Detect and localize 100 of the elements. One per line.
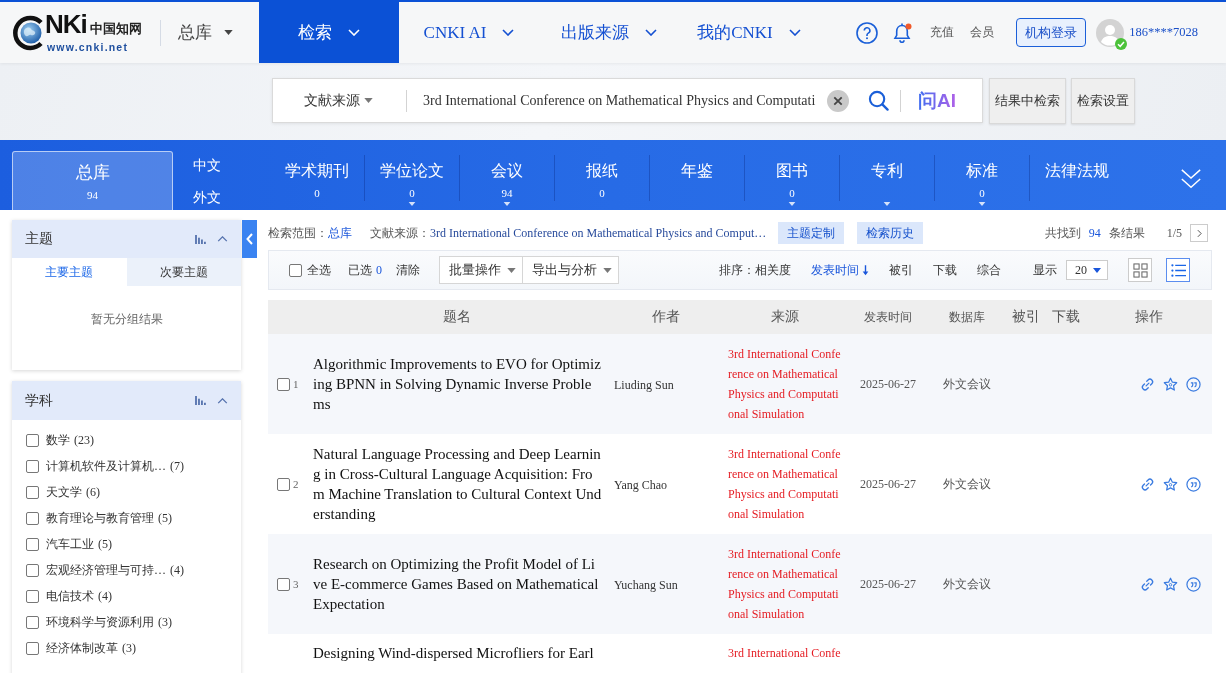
category-tab[interactable]: 报纸 0 [555, 140, 649, 210]
database-text: 外文会议 [943, 376, 991, 391]
filter-option[interactable]: 数学 (23) [46, 431, 94, 449]
filter-option[interactable]: 天文学 (6) [46, 483, 100, 501]
bar-chart-icon[interactable] [195, 234, 206, 244]
nav-tab[interactable]: 出版来源 [539, 2, 679, 63]
collapse-sidebar-button[interactable] [242, 220, 257, 258]
chip-button[interactable]: 检索历史 [857, 222, 924, 244]
category-tab[interactable]: 图书 0 [745, 140, 839, 210]
author-link[interactable]: Yuchang Sun [614, 578, 678, 592]
clear-icon[interactable] [827, 89, 849, 112]
title-link[interactable]: Designing Wind-dispersed Microfliers for Earl [313, 643, 602, 663]
clear-link[interactable]: 清除 [396, 261, 420, 279]
sort-option[interactable]: 下载 [933, 261, 957, 279]
checkbox[interactable] [26, 563, 39, 577]
nav-tab[interactable]: 我的CNKI [679, 2, 819, 63]
category-tab[interactable]: 学位论文 0 [365, 140, 459, 210]
select-all-label[interactable]: 全选 [307, 261, 331, 279]
checkbox[interactable] [26, 511, 39, 525]
filter-option[interactable]: 计算机软件及计算机… (7) [46, 457, 184, 475]
bell-icon[interactable] [891, 21, 914, 44]
avatar-icon[interactable] [1096, 18, 1125, 47]
menu-dropdown[interactable]: 批量操作 [439, 256, 523, 284]
language-link[interactable]: 外文 [193, 188, 221, 208]
link-icon[interactable] [1140, 376, 1155, 392]
menu-dropdown[interactable]: 导出与分析 [523, 256, 619, 284]
panel-tab[interactable]: 次要主题 [126, 258, 241, 286]
page-size-select[interactable]: 20 [1066, 260, 1108, 280]
list-view-button[interactable] [1166, 258, 1190, 282]
sort-option[interactable]: 综合 [977, 261, 1001, 279]
sort-option[interactable]: 被引 [889, 261, 913, 279]
sort-option[interactable]: 发表时间 [811, 261, 869, 279]
filter-option[interactable]: 环境科学与资源利用 (3) [46, 613, 172, 631]
filter-option[interactable]: 教育理论与教育管理 (5) [46, 509, 172, 527]
author-link[interactable]: Yang Chao [614, 478, 668, 492]
search-option-button[interactable]: 检索设置 [1071, 78, 1135, 124]
search-icon[interactable] [868, 90, 889, 111]
login-button[interactable]: 机构登录 [1016, 18, 1087, 47]
checkbox[interactable] [277, 377, 290, 391]
title-link[interactable]: Research on Optimizing the Profit Model of Live E-commerce Games Based on Mathematical Expectation [313, 554, 602, 614]
checkbox[interactable] [277, 477, 290, 491]
quote-icon[interactable] [1186, 576, 1201, 592]
user-name-link[interactable]: 186****7028 [1129, 25, 1198, 40]
library-dropdown[interactable]: 总库 [178, 21, 259, 44]
header-link[interactable]: 会员 [970, 24, 995, 41]
category-tab[interactable]: 学术期刊 0 [270, 140, 364, 210]
source-link[interactable]: 3rd International Confe [728, 643, 842, 663]
nav-tab[interactable]: CNKI AI [399, 2, 539, 63]
quote-icon[interactable] [1186, 476, 1201, 492]
caret-down-icon [1093, 267, 1101, 273]
site-url[interactable]: www.cnki.net [47, 41, 142, 53]
search-input[interactable]: 3rd International Conference on Mathematical Physics and Computati [423, 88, 825, 113]
chevron-up-icon[interactable] [217, 397, 228, 404]
date-text: 2025-06-27 [860, 376, 916, 391]
filter-option[interactable]: 经济体制改革 (3) [46, 639, 136, 657]
search-field[interactable]: 文献来源 3rd International Conference on Mathematical Physics and Computati 问AI [272, 78, 983, 123]
search-field-dropdown[interactable]: 文献来源 [304, 91, 373, 110]
checkbox[interactable] [277, 577, 290, 591]
checkbox[interactable] [26, 615, 39, 629]
checkbox[interactable] [26, 641, 39, 655]
logo-wordmark[interactable]: NKi 中国知网 [45, 12, 142, 41]
checkbox[interactable] [26, 537, 39, 551]
category-tab[interactable]: 会议 94 [460, 140, 554, 210]
help-icon[interactable] [856, 21, 879, 44]
checkbox[interactable] [289, 263, 302, 277]
source-link[interactable]: 3rd International Conference on Mathematical Physics and Computational Simulation [728, 344, 842, 424]
grid-view-button[interactable] [1128, 258, 1152, 282]
nav-tab[interactable]: 检索 [259, 2, 399, 63]
checkbox[interactable] [26, 485, 39, 499]
star-icon[interactable] [1163, 376, 1178, 392]
star-icon[interactable] [1163, 476, 1178, 492]
source-link[interactable]: 3rd International Conference on Mathematical Physics and Computational Simulation [728, 544, 842, 624]
double-chevron-down-icon[interactable] [1180, 167, 1202, 191]
language-link[interactable]: 中文 [193, 156, 221, 176]
link-icon[interactable] [1140, 576, 1155, 592]
chip-button[interactable]: 主题定制 [778, 222, 845, 244]
checkbox[interactable] [26, 433, 39, 447]
source-link[interactable]: 3rd International Conference on Mathematical Physics and Computational Simulation [728, 444, 842, 524]
filter-option[interactable]: 汽车工业 (5) [46, 535, 112, 553]
category-tab[interactable]: 年鉴 [650, 140, 744, 210]
chevron-up-icon[interactable] [217, 236, 228, 242]
link-icon[interactable] [1140, 476, 1155, 492]
category-tab[interactable]: 标准 0 [935, 140, 1029, 210]
star-icon[interactable] [1163, 576, 1178, 592]
search-option-button[interactable]: 结果中检索 [989, 78, 1066, 124]
sort-option[interactable]: 相关度 [755, 261, 791, 279]
title-link[interactable]: Algorithmic Improvements to EVO for Optimizing BPNN in Solving Dynamic Inverse Problems [313, 354, 602, 414]
category-tab[interactable]: 法律法规 [1030, 140, 1124, 210]
search-source: 文献来源：3rd International Conference on Mathematical Physics and Comput… [370, 224, 767, 242]
checkbox[interactable] [26, 589, 39, 603]
filter-option[interactable]: 宏观经济管理与可持… (4) [46, 561, 184, 579]
checkbox[interactable] [26, 459, 39, 473]
quote-icon[interactable] [1186, 376, 1201, 392]
filter-option[interactable]: 电信技术 (4) [46, 587, 112, 605]
author-link[interactable]: Liuding Sun [614, 378, 674, 392]
header-link[interactable]: 充值 [930, 24, 955, 41]
bar-chart-icon[interactable] [195, 396, 206, 405]
category-tab[interactable]: 专利 [840, 140, 934, 210]
title-link[interactable]: Natural Language Processing and Deep Learning in Cross-Cultural Language Acquisition: From Machine Translation to Cultural Context Understanding [313, 444, 602, 524]
category-tab[interactable]: 总库 94 [12, 151, 173, 210]
